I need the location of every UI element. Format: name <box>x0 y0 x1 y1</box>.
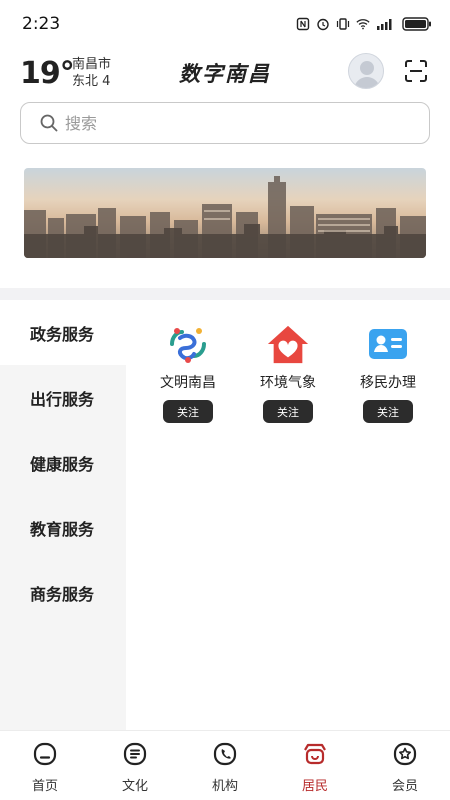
service-item-civilization[interactable]: 文明南昌 关注 <box>138 322 238 423</box>
wind-info: 东北 4 <box>72 74 111 89</box>
weather-location[interactable]: 南昌市 东北 4 <box>72 56 111 90</box>
scan-icon[interactable] <box>404 59 428 83</box>
nav-item-home[interactable]: 首页 <box>0 731 90 800</box>
service-grid: 文明南昌 关注 环境气象 关注 移民办理 关注 <box>138 322 438 423</box>
nav-item-member[interactable]: 会员 <box>360 731 450 800</box>
status-bar: 2:23 <box>0 0 450 48</box>
nfc-icon <box>296 17 310 31</box>
resident-icon <box>304 743 326 765</box>
signal-icon <box>377 19 392 30</box>
category-item-health[interactable]: 健康服务 <box>0 430 126 495</box>
category-item-government[interactable]: 政务服务 <box>0 300 126 365</box>
temperature: 19° <box>20 56 75 91</box>
nav-item-culture[interactable]: 文化 <box>90 731 180 800</box>
service-label: 文明南昌 <box>160 375 216 391</box>
category-item-business[interactable]: 商务服务 <box>0 560 126 625</box>
header: 19° 南昌市 东北 4 数字南昌 <box>0 50 450 98</box>
civilization-logo-icon <box>166 322 210 366</box>
nav-label: 文化 <box>121 779 148 794</box>
category-item-travel[interactable]: 出行服务 <box>0 365 126 430</box>
category-label: 政务服务 <box>30 324 95 344</box>
phone-icon <box>213 742 237 766</box>
status-icons <box>296 17 432 31</box>
status-time: 2:23 <box>22 14 61 34</box>
category-label: 教育服务 <box>30 519 95 539</box>
nav-item-institution[interactable]: 机构 <box>180 731 270 800</box>
service-item-immigration[interactable]: 移民办理 关注 <box>338 322 438 423</box>
vibrate-icon <box>336 18 350 30</box>
follow-button[interactable]: 关注 <box>363 400 413 423</box>
nav-item-resident[interactable]: 居民 <box>270 731 360 800</box>
service-item-environment[interactable]: 环境气象 关注 <box>238 322 338 423</box>
bottom-nav: 首页 文化 机构 居民 会员 <box>0 730 450 800</box>
battery-icon <box>402 17 431 31</box>
service-label: 环境气象 <box>260 375 316 391</box>
follow-button[interactable]: 关注 <box>263 400 313 423</box>
section-divider <box>0 288 450 300</box>
category-label: 商务服务 <box>30 584 95 604</box>
category-item-education[interactable]: 教育服务 <box>0 495 126 560</box>
wifi-icon <box>356 19 370 30</box>
city-skyline-image <box>24 168 426 258</box>
member-star-icon <box>393 742 417 766</box>
user-avatar-icon <box>354 61 380 88</box>
id-card-icon <box>366 322 410 366</box>
avatar[interactable] <box>348 53 384 89</box>
search-bar[interactable] <box>20 102 430 144</box>
search-icon <box>40 114 58 132</box>
service-label: 移民办理 <box>360 375 416 391</box>
home-icon <box>33 742 57 766</box>
follow-button[interactable]: 关注 <box>163 400 213 423</box>
city-name: 南昌市 <box>72 57 112 72</box>
city-banner[interactable] <box>24 168 426 258</box>
nav-label: 居民 <box>301 779 328 794</box>
culture-icon <box>123 742 147 766</box>
category-sidebar: 政务服务 出行服务 健康服务 教育服务 商务服务 <box>0 300 126 730</box>
nav-label: 机构 <box>211 779 238 794</box>
nav-label: 首页 <box>31 779 58 794</box>
alarm-icon <box>317 18 329 31</box>
category-label: 出行服务 <box>30 389 95 409</box>
house-heart-icon <box>266 322 310 366</box>
nav-label: 会员 <box>391 779 418 794</box>
category-label: 健康服务 <box>30 454 95 474</box>
search-input[interactable] <box>65 113 385 133</box>
